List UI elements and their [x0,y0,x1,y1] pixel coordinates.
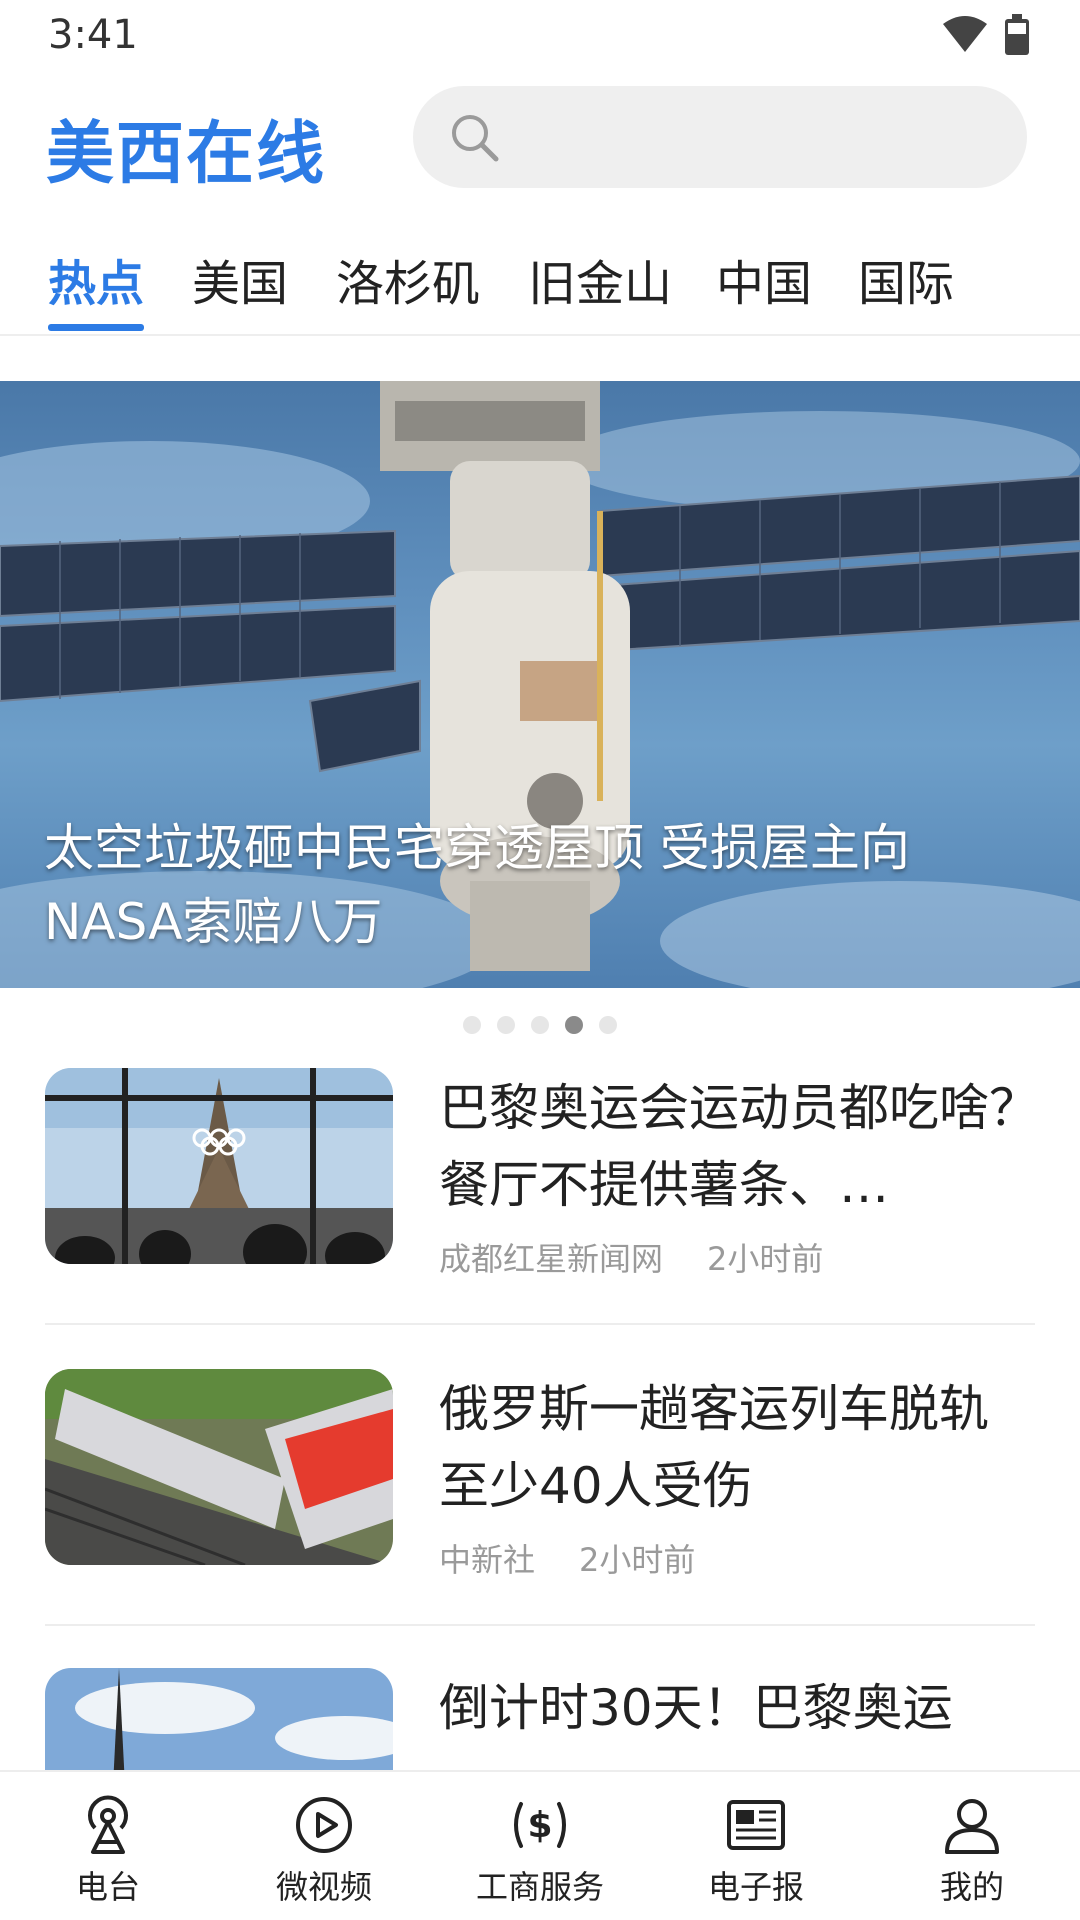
pagination-dot[interactable] [463,1016,481,1034]
nav-label: 工商服务 [475,1868,604,1906]
status-bar: 3:41 [0,0,1080,72]
nav-label: 微视频 [275,1868,372,1906]
featured-banner[interactable]: 太空垃圾砸中民宅穿透屋顶 受损屋主向 NASA索赔八万 [0,381,1080,988]
pagination-dot-active[interactable] [565,1016,583,1034]
pagination-dot[interactable] [531,1016,549,1034]
active-tab-indicator [48,324,144,331]
newspaper-icon [727,1800,785,1850]
nav-label: 电台 [75,1868,140,1906]
news-item[interactable]: 俄罗斯一趟客运列车脱轨 至少40人受伤 中新社 2小时前 [45,1369,1035,1669]
nav-micro-video[interactable]: 微视频 [224,1794,424,1908]
tab-san-francisco[interactable]: 旧金山 [528,244,672,314]
search-input[interactable] [413,86,1027,188]
banner-caption-line1: 太空垃圾砸中民宅穿透屋顶 受损屋主向 [44,819,910,877]
news-title: 倒计时30天！巴黎奥运 [439,1679,953,1737]
banner-caption-line2: NASA索赔八万 [44,893,383,951]
nav-radio[interactable]: 电台 [8,1794,208,1908]
eiffel-tower-olympic-rings-image [45,1068,393,1264]
pagination-dot[interactable] [599,1016,617,1034]
news-title: 巴黎奥运会运动员都吃啥？餐厅不提供薯条、… [439,1079,1039,1214]
nav-label: 我的 [939,1868,1004,1906]
news-thumbnail [45,1068,393,1264]
nav-profile[interactable]: 我的 [872,1794,1072,1908]
news-time: 2小时前 [579,1541,696,1579]
news-item[interactable]: 巴黎奥运会运动员都吃啥？餐厅不提供薯条、… 成都红星新闻网 2小时前 [45,1068,1039,1368]
derailed-train-image [45,1369,393,1565]
news-source: 中新社 [439,1541,536,1579]
tab-hot[interactable]: 热点 [48,244,144,314]
news-time: 2小时前 [707,1240,824,1278]
news-title: 俄罗斯一趟客运列车脱轨 至少40人受伤 [439,1380,989,1515]
category-tabs: 热点 美国 洛杉矶 旧金山 中国 国际 [0,230,1080,336]
divider [45,1624,1035,1626]
app-logo[interactable]: 美西在线 [46,98,326,197]
pagination-dot[interactable] [497,1016,515,1034]
news-source: 成都红星新闻网 [439,1240,664,1278]
header: 美西在线 [0,80,1080,200]
user-icon [945,1799,999,1854]
banner-caption: 太空垃圾砸中民宅穿透屋顶 受损屋主向 NASA索赔八万 [44,811,944,959]
news-meta: 成都红星新闻网 2小时前 [439,1234,823,1280]
search-icon [452,115,499,162]
dollar-icon: $ [514,1802,566,1848]
divider [45,1323,1035,1325]
nav-label: 电子报 [707,1868,804,1906]
svg-text:$: $ [527,1805,552,1846]
nav-business-services[interactable]: $ 工商服务 [440,1794,640,1908]
news-meta: 中新社 2小时前 [439,1535,695,1581]
battery-icon [1005,14,1029,55]
tab-international[interactable]: 国际 [858,244,954,314]
play-circle-icon [296,1797,352,1853]
tab-china[interactable]: 中国 [716,244,812,314]
bottom-navigation: 电台 微视频 $ 工商服务 电子报 我的 [0,1770,1080,1920]
banner-pagination [0,1010,1080,1040]
status-time: 3:41 [48,12,138,58]
tab-los-angeles[interactable]: 洛杉矶 [336,244,480,314]
nav-e-newspaper[interactable]: 电子报 [656,1794,856,1908]
radio-tower-icon [88,1795,128,1854]
tab-usa[interactable]: 美国 [192,244,288,314]
app-screen: 3:41 美西在线 热点 美国 洛杉矶 旧金山 中国 国际 太空垃圾砸中民宅穿透… [0,0,1080,1920]
news-thumbnail [45,1369,393,1565]
wifi-icon [943,16,987,52]
